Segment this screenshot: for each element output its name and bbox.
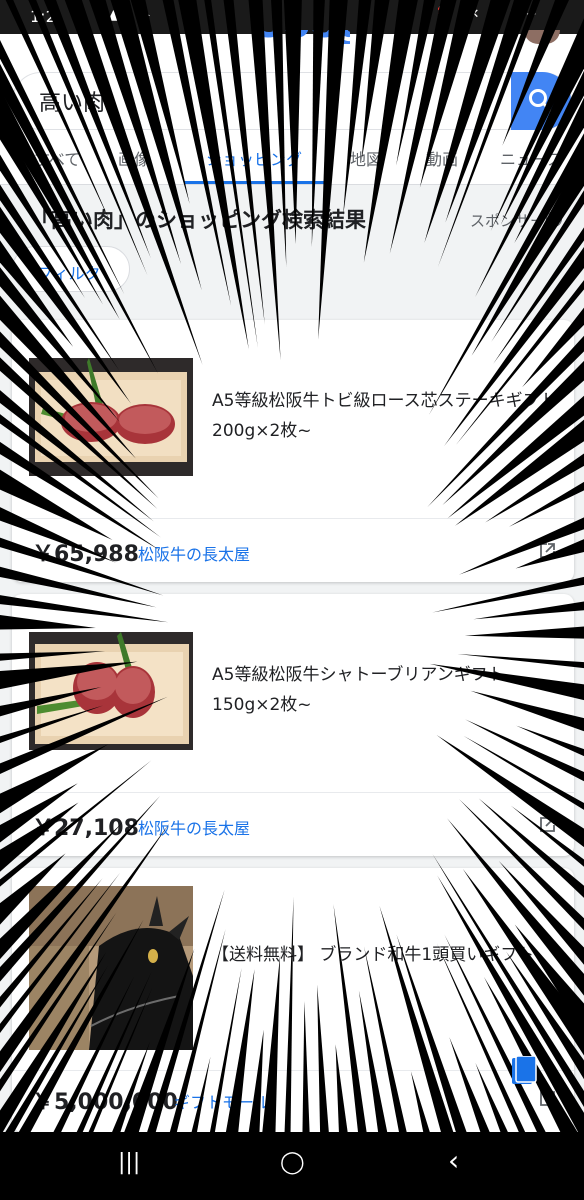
system-nav-bar: ||| ◯ ‹ [0,1132,584,1200]
results-title: 「高い肉」のショッピング検索結果 [30,208,366,232]
status-bar: 1:2 ▲ ▶ ⏰ ✕ 4G+ ▮ [0,0,584,34]
bookmark-icon[interactable] [510,1056,538,1086]
product-card[interactable]: A5等級松阪牛シャトーブリアンギフト 150g×2枚~ ￥27,108 松阪牛の… [12,594,574,856]
info-icon[interactable]: i [546,211,562,227]
tab-videos[interactable]: 動画 [426,146,458,170]
tab-shopping[interactable]: ショッピング [206,146,302,170]
product-image-steak[interactable] [29,358,193,476]
back-button[interactable]: ‹ [448,1144,459,1177]
filter-label: フィルタ [37,264,101,283]
store-link[interactable]: 松阪牛の長太屋 [138,541,250,565]
product-price: ￥65,988 [32,542,139,567]
card-divider [12,518,574,519]
external-link-icon[interactable] [538,816,556,834]
sponsor-label[interactable]: スポンサー [470,210,545,231]
product-image-chateaubriand[interactable] [29,632,193,750]
card-divider [12,1070,574,1071]
product-price: ￥5,000,000 [32,1090,178,1115]
product-image-wagyu-cow[interactable] [29,886,193,1050]
speed-line [491,190,584,342]
search-header: Google すべて 画像 ショッピング 地図 動画 ニュース [0,30,584,184]
tab-news[interactable]: ニュース [500,146,563,170]
header-divider [0,184,584,185]
store-link[interactable]: ギフトモール [174,1089,270,1113]
recents-button[interactable]: ||| [118,1150,140,1175]
notification-icons: ▲ ▶ [108,7,158,23]
product-title[interactable]: A5等級松阪牛トビ級ロース芯ステーキギフト 200g×2枚~ [212,386,562,446]
tab-all[interactable]: すべて [34,146,80,170]
store-link[interactable]: 松阪牛の長太屋 [138,815,250,839]
system-icons: ⏰ ✕ 4G+ ▮ [436,7,566,22]
external-link-icon[interactable] [538,542,556,560]
google-logo[interactable]: Google [250,30,350,44]
search-box [12,72,572,130]
filter-button[interactable]: フィルタ [12,246,130,292]
search-icon [529,89,553,113]
product-card[interactable]: A5等級松阪牛トビ級ロース芯ステーキギフト 200g×2枚~ ￥65,988 松… [12,320,574,582]
product-title[interactable]: A5等級松阪牛シャトーブリアンギフト 150g×2枚~ [212,660,562,720]
product-price: ￥27,108 [32,816,139,841]
search-button[interactable] [511,72,571,130]
tab-images[interactable]: 画像 [118,146,150,170]
status-time: 1:2 [30,7,56,26]
search-input[interactable] [39,85,479,117]
external-link-icon[interactable] [538,1090,556,1108]
card-divider [12,792,574,793]
tab-maps[interactable]: 地図 [350,146,382,170]
avatar[interactable] [524,30,560,44]
search-tabs: すべて 画像 ショッピング 地図 動画 ニュース [0,138,584,184]
product-card[interactable]: 【送料無料】 ブランド和牛1頭買いギフト ￥5,000,000 ギフトモール [12,868,574,1132]
home-button[interactable]: ◯ [280,1150,305,1175]
product-title[interactable]: 【送料無料】 ブランド和牛1頭買いギフト [212,940,562,970]
